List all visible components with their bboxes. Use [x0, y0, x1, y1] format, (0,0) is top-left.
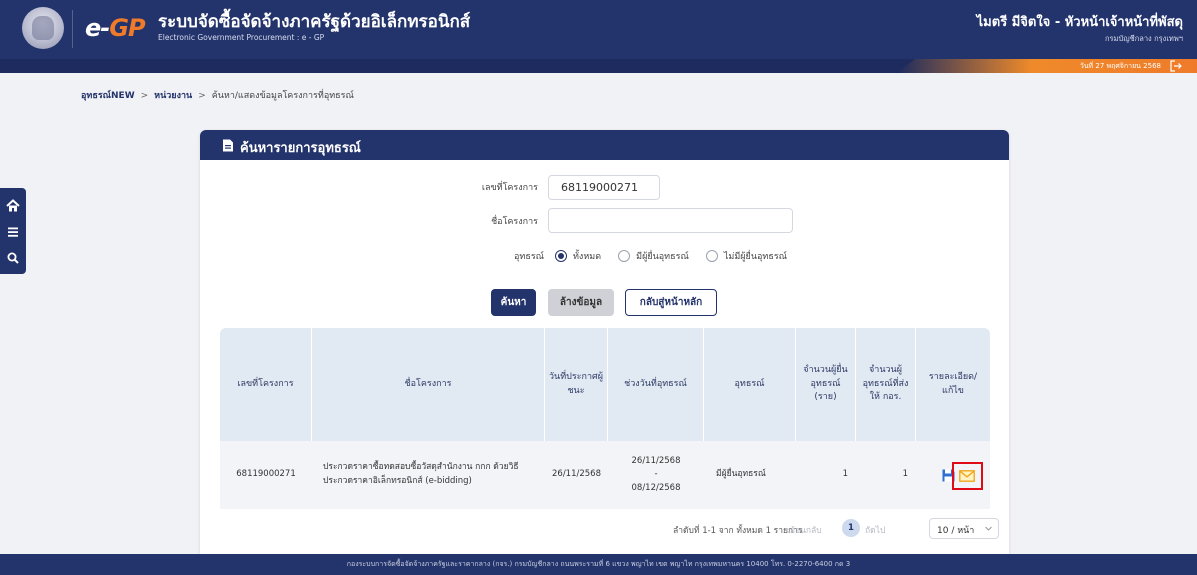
column-header-announce-date: วันที่ประกาศผู้ชนะ — [545, 328, 608, 441]
column-header-appeal: อุทธรณ์ — [704, 328, 796, 441]
appeal-date-dash: - — [654, 469, 658, 480]
column-header-detail: รายละเอียด/แก้ไข — [928, 372, 978, 396]
cell-appellant-count: 1 — [842, 469, 848, 480]
document-icon — [223, 139, 233, 152]
search-icon[interactable] — [5, 250, 21, 266]
radio-no-appellant-label: ไม่มีผู้ยื่นอุทธรณ์ — [723, 252, 787, 262]
cell-announce-date: 26/11/2568 — [552, 469, 601, 480]
pagination-prev[interactable]: ย้อนกลับ — [790, 523, 822, 537]
radio-button-selected[interactable] — [555, 250, 567, 262]
back-home-button[interactable]: กลับสู่หน้าหลัก — [625, 289, 717, 316]
breadcrumb-item-agency[interactable]: หน่วยงาน — [154, 91, 192, 101]
header-subbar: วันที่ 27 พฤศจิกายน 2568 — [0, 59, 1197, 73]
cell-appeal-period: 26/11/2568 - 08/12/2568 — [608, 441, 704, 509]
radio-button[interactable] — [705, 250, 718, 262]
egp-logo: e-GP — [85, 14, 146, 42]
appeal-filter-label: อุทธรณ์ — [513, 252, 544, 262]
pagination-info: ลำดับที่ 1-1 จาก ทั้งหมด 1 รายการ — [673, 526, 803, 536]
breadcrumb-separator: > — [198, 91, 206, 101]
column-header-project-no: เลขที่โครงการ — [220, 328, 312, 441]
top-header: e-GP ระบบจัดซื้อจัดจ้างภาครัฐด้วยอิเล็กท… — [0, 0, 1197, 59]
side-toolbar — [0, 188, 26, 274]
cell-sent-count: 1 — [902, 469, 908, 480]
radio-no-appellant[interactable]: ไม่มีผู้ยื่นอุทธรณ์ — [705, 249, 787, 263]
user-department: กรมบัญชีกลาง กรุงเทพฯ — [1104, 34, 1183, 43]
pagination-next[interactable]: ถัดไป — [865, 523, 885, 537]
page-size-value: 10 / หน้า — [937, 526, 975, 536]
panel-header: ค้นหารายการอุทธรณ์ — [200, 130, 1009, 160]
cell-project-no: 68119000271 — [236, 469, 296, 480]
breadcrumb-item-current: ค้นหา/แสดงข้อมูลโครงการที่อุทธรณ์ — [211, 91, 354, 101]
radio-all[interactable]: ทั้งหมด — [555, 249, 601, 263]
search-panel: ค้นหารายการอุทธรณ์ เลขที่โครงการ ชื่อโคร… — [200, 130, 1009, 554]
cell-project-name: ประกวดราคาซื้อทดสอบซื้อวัสดุสำนักงาน กกก… — [323, 462, 519, 486]
appeal-end-date: 08/12/2568 — [631, 482, 681, 493]
column-header-project-name: ชื่อโครงการ — [312, 328, 545, 441]
search-button[interactable]: ค้นหา — [491, 289, 536, 316]
radio-all-label: ทั้งหมด — [573, 252, 602, 262]
header-divider — [72, 10, 73, 48]
clear-button[interactable]: ล้างข้อมูล — [548, 289, 614, 316]
footer-text: กองระบบการจัดซื้อจัดจ้างภาครัฐและราคากลา… — [346, 560, 851, 568]
cell-appeal-status: มีผู้ยื่นอุทธรณ์ — [716, 469, 766, 480]
radio-button[interactable] — [618, 250, 631, 262]
table-row: 68119000271 ประกวดราคาซื้อทดสอบซื้อวัสดุ… — [220, 441, 990, 509]
pagination: ลำดับที่ 1-1 จาก ทั้งหมด 1 รายการ ย้อนกล… — [630, 518, 1000, 540]
page-size-select[interactable]: 10 / หน้า — [929, 518, 999, 539]
logout-icon[interactable] — [1169, 60, 1183, 72]
garuda-seal-logo — [22, 7, 64, 49]
breadcrumb: อุทธรณ์NEW > หน่วยงาน > ค้นหา/แสดงข้อมูลโครง… — [81, 88, 354, 102]
mail-icon[interactable] — [959, 470, 975, 482]
pagination-page-1[interactable]: 1 — [842, 519, 860, 537]
project-no-input[interactable] — [548, 175, 660, 200]
menu-icon[interactable] — [5, 224, 21, 240]
project-no-label: เลขที่โครงการ — [481, 183, 538, 193]
chevron-down-icon — [985, 526, 992, 531]
footer: กองระบบการจัดซื้อจัดจ้างภาครัฐและราคากลา… — [0, 554, 1197, 575]
home-icon[interactable] — [5, 198, 21, 214]
panel-title: ค้นหารายการอุทธรณ์ — [240, 141, 361, 156]
project-name-input[interactable] — [548, 208, 793, 233]
results-table-header: เลขที่โครงการ ชื่อโครงการ วันที่ประกาศผู… — [220, 328, 990, 441]
breadcrumb-separator: > — [140, 91, 149, 101]
app-subtitle: Electronic Government Procurement : e - … — [158, 33, 325, 42]
project-name-label: ชื่อโครงการ — [491, 217, 538, 227]
current-date: วันที่ 27 พฤศจิกายน 2568 — [1079, 62, 1161, 70]
appeal-radio-group: ทั้งหมด มีผู้ยื่นอุทธรณ์ ไม่มีผู้ยื่นอุท… — [555, 247, 799, 265]
radio-has-appellant-label: มีผู้ยื่นอุทธรณ์ — [636, 252, 689, 262]
column-header-sent-count: จำนวนผู้อุทธรณ์ที่ส่งให้ กอร. — [856, 328, 916, 441]
breadcrumb-item-appeal-new[interactable]: อุทธรณ์NEW — [81, 91, 135, 101]
appeal-start-date: 26/11/2568 — [631, 455, 681, 466]
column-header-appeal-period: ช่วงวันที่อุทธรณ์ — [608, 328, 704, 441]
app-title: ระบบจัดซื้อจัดจ้างภาครัฐด้วยอิเล็กทรอนิก… — [158, 12, 471, 32]
radio-has-appellant[interactable]: มีผู้ยื่นอุทธรณ์ — [618, 249, 689, 263]
user-name: ไมตรี มีจิตใจ - หัวหน้าเจ้าหน้าที่พัสดุ — [976, 15, 1183, 30]
column-header-appellant-count: จำนวนผู้ยื่นอุทธรณ์ (ราย) — [796, 328, 856, 441]
